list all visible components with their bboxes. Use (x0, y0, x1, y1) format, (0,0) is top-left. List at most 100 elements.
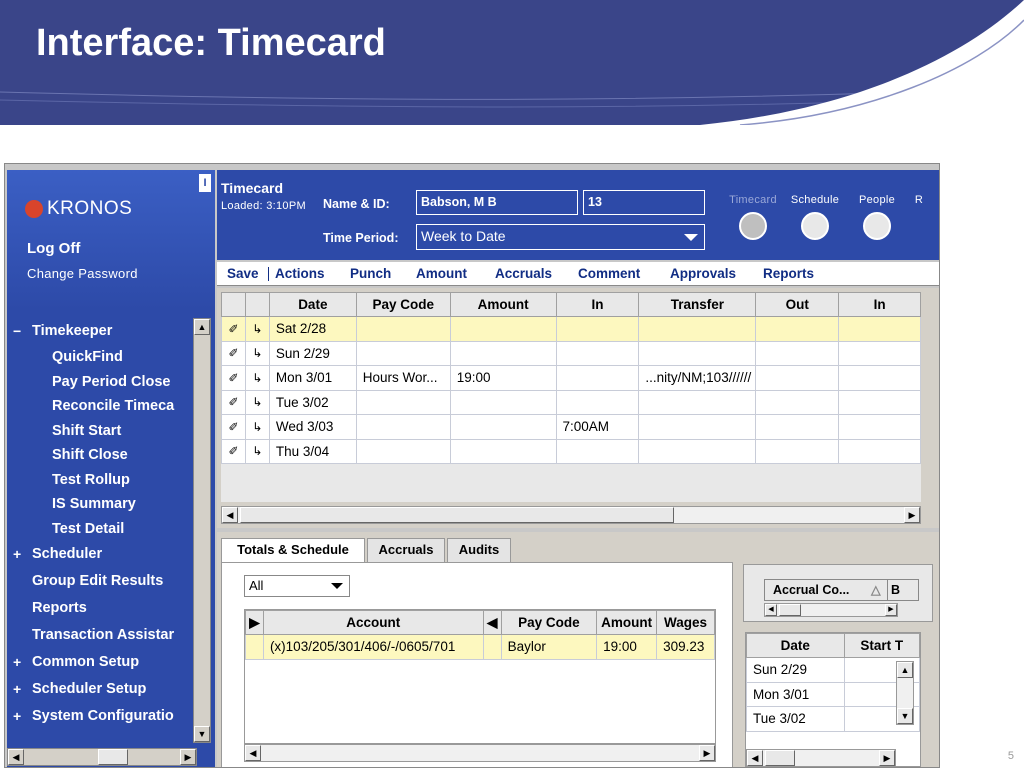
column-header-pay-code[interactable]: Pay Code (355, 292, 451, 317)
change-password-link[interactable]: Change Password (27, 266, 138, 281)
account-filter-select[interactable]: All (244, 575, 350, 597)
sidebar-item-is-summary[interactable]: IS Summary (7, 492, 199, 517)
sidebar-item-common-setup[interactable]: + Common Setup (7, 649, 199, 676)
totals-horizontal-scrollbar[interactable]: ◀ ▶ (244, 744, 716, 762)
sidebar-item-test-rollup[interactable]: Test Rollup (7, 468, 199, 493)
column-header-wages[interactable]: Wages (656, 610, 715, 635)
time-period-select[interactable]: Week to Date (416, 224, 705, 250)
scroll-down-icon[interactable]: ▼ (194, 726, 210, 742)
schedule-vertical-scrollbar[interactable]: ▲ ▼ (896, 661, 914, 725)
expand-icon[interactable]: + (13, 703, 21, 730)
column-header-pay-code[interactable]: Pay Code (500, 610, 598, 635)
menu-approvals[interactable]: Approvals (670, 266, 736, 281)
transfer-arrow-icon[interactable]: ↳ (244, 316, 270, 342)
expand-icon[interactable]: + (13, 541, 21, 568)
employee-name-field[interactable]: Babson, M B (416, 190, 578, 215)
column-header-date[interactable]: Date (268, 292, 357, 317)
edit-icon[interactable]: ✐ (221, 438, 246, 464)
transfer-arrow-icon[interactable]: ↳ (244, 340, 270, 366)
expand-icon[interactable]: + (13, 676, 21, 703)
scroll-left-icon[interactable]: ◀ (245, 745, 261, 761)
sidebar-item-transaction-assistant[interactable]: Transaction Assistar (7, 622, 199, 649)
menu-accruals[interactable]: Accruals (495, 266, 552, 281)
transfer-arrow-icon[interactable]: ↳ (244, 389, 270, 415)
scroll-up-icon[interactable]: ▲ (194, 319, 210, 335)
log-off-link[interactable]: Log Off (27, 240, 80, 257)
timecard-horizontal-scrollbar[interactable]: ◀ ▶ (221, 506, 921, 524)
sidebar-horizontal-scrollbar[interactable]: ◀ ▶ (7, 748, 197, 766)
sidebar-vertical-scrollbar[interactable]: ▲ ▼ (193, 318, 211, 743)
column-header-in[interactable]: In (555, 292, 640, 317)
table-row[interactable]: ✐ ↳ Sat 2/28 (221, 316, 921, 342)
sidebar-item-reconcile-timecard[interactable]: Reconcile Timeca (7, 394, 199, 419)
tab-totals-schedule[interactable]: Totals & Schedule (221, 538, 365, 564)
sidebar-item-test-detail[interactable]: Test Detail (7, 517, 199, 542)
nav-schedule[interactable]: Schedule (785, 194, 845, 240)
sidebar-item-reports[interactable]: Reports (7, 595, 199, 622)
menu-actions[interactable]: Actions (275, 266, 325, 281)
table-row[interactable]: (x)103/205/301/406/-/0605/701 Baylor 19:… (245, 634, 715, 660)
menu-amount[interactable]: Amount (416, 266, 467, 281)
table-row[interactable]: Tue 3/02 (746, 706, 920, 732)
table-row[interactable]: ✐ ↳ Mon 3/01 Hours Wor... 19:00 ...nity/… (221, 365, 921, 391)
table-row[interactable]: Sun 2/29 (746, 657, 920, 683)
column-header-out[interactable]: Out (755, 292, 840, 317)
scroll-right-icon[interactable]: ▶ (180, 749, 196, 765)
scroll-right-icon[interactable]: ▶ (699, 745, 715, 761)
nav-people[interactable]: People (851, 194, 903, 240)
scroll-left-icon[interactable]: ◀ (747, 750, 763, 766)
scroll-right-icon[interactable]: ▶ (904, 507, 920, 523)
sidebar-item-timekeeper[interactable]: − Timekeeper (7, 318, 199, 345)
nav-timecard[interactable]: Timecard (723, 194, 783, 240)
column-header-amount[interactable]: Amount (596, 610, 658, 635)
scroll-left-icon[interactable]: ◀ (8, 749, 24, 765)
menu-punch[interactable]: Punch (350, 266, 391, 281)
column-header-start-time[interactable]: Start T (843, 633, 920, 658)
scroll-left-icon[interactable]: ◀ (222, 507, 238, 523)
table-row[interactable]: Mon 3/01 (746, 681, 920, 707)
scroll-left-icon[interactable]: ◀ (765, 604, 777, 616)
sidebar-collapse-button[interactable]: I (199, 174, 211, 192)
collapse-left-icon[interactable]: ◀ (482, 610, 502, 635)
menu-save[interactable]: Save (227, 266, 259, 281)
edit-icon[interactable]: ✐ (221, 389, 246, 415)
sidebar-item-scheduler[interactable]: + Scheduler (7, 541, 199, 568)
column-header-date[interactable]: Date (746, 633, 845, 658)
table-row[interactable]: ✐ ↳ Wed 3/03 7:00AM (221, 414, 921, 440)
scroll-thumb[interactable] (98, 749, 128, 765)
menu-reports[interactable]: Reports (763, 266, 814, 281)
sidebar-item-scheduler-setup[interactable]: + Scheduler Setup (7, 676, 199, 703)
transfer-arrow-icon[interactable]: ↳ (244, 438, 270, 464)
scroll-thumb[interactable] (779, 604, 801, 616)
sort-up-icon[interactable]: △ (871, 582, 881, 597)
scroll-up-icon[interactable]: ▲ (897, 662, 913, 678)
nav-reports[interactable]: R (911, 194, 927, 206)
table-row[interactable]: ✐ ↳ Tue 3/02 (221, 389, 921, 415)
scroll-down-icon[interactable]: ▼ (897, 708, 913, 724)
column-header-in[interactable]: In (838, 292, 921, 317)
sidebar-item-pay-period-close[interactable]: Pay Period Close (7, 370, 199, 395)
accrual-horizontal-scrollbar[interactable]: ◀ ▶ (764, 603, 898, 617)
scroll-thumb[interactable] (240, 507, 674, 523)
transfer-arrow-icon[interactable]: ↳ (244, 414, 270, 440)
collapse-icon[interactable]: − (13, 318, 21, 345)
sidebar-item-shift-start[interactable]: Shift Start (7, 419, 199, 444)
employee-id-field[interactable]: 13 (583, 190, 705, 215)
accrual-column-header[interactable]: Accrual Co... △ B (764, 579, 919, 601)
scroll-right-icon[interactable]: ▶ (879, 750, 895, 766)
edit-icon[interactable]: ✐ (221, 340, 246, 366)
edit-icon[interactable]: ✐ (221, 365, 246, 391)
column-header-account[interactable]: Account (262, 610, 484, 635)
column-header-transfer[interactable]: Transfer (638, 292, 757, 317)
scroll-thumb[interactable] (765, 750, 795, 766)
sidebar-item-group-edit-results[interactable]: Group Edit Results (7, 568, 199, 595)
tab-audits[interactable]: Audits (447, 538, 511, 562)
table-row[interactable]: ✐ ↳ Thu 3/04 (221, 438, 921, 464)
transfer-arrow-icon[interactable]: ↳ (244, 365, 270, 391)
column-header-amount[interactable]: Amount (449, 292, 557, 317)
scroll-right-icon[interactable]: ▶ (885, 604, 897, 616)
menu-comment[interactable]: Comment (578, 266, 640, 281)
tab-accruals[interactable]: Accruals (367, 538, 445, 562)
edit-icon[interactable]: ✐ (221, 414, 246, 440)
edit-icon[interactable]: ✐ (221, 316, 246, 342)
